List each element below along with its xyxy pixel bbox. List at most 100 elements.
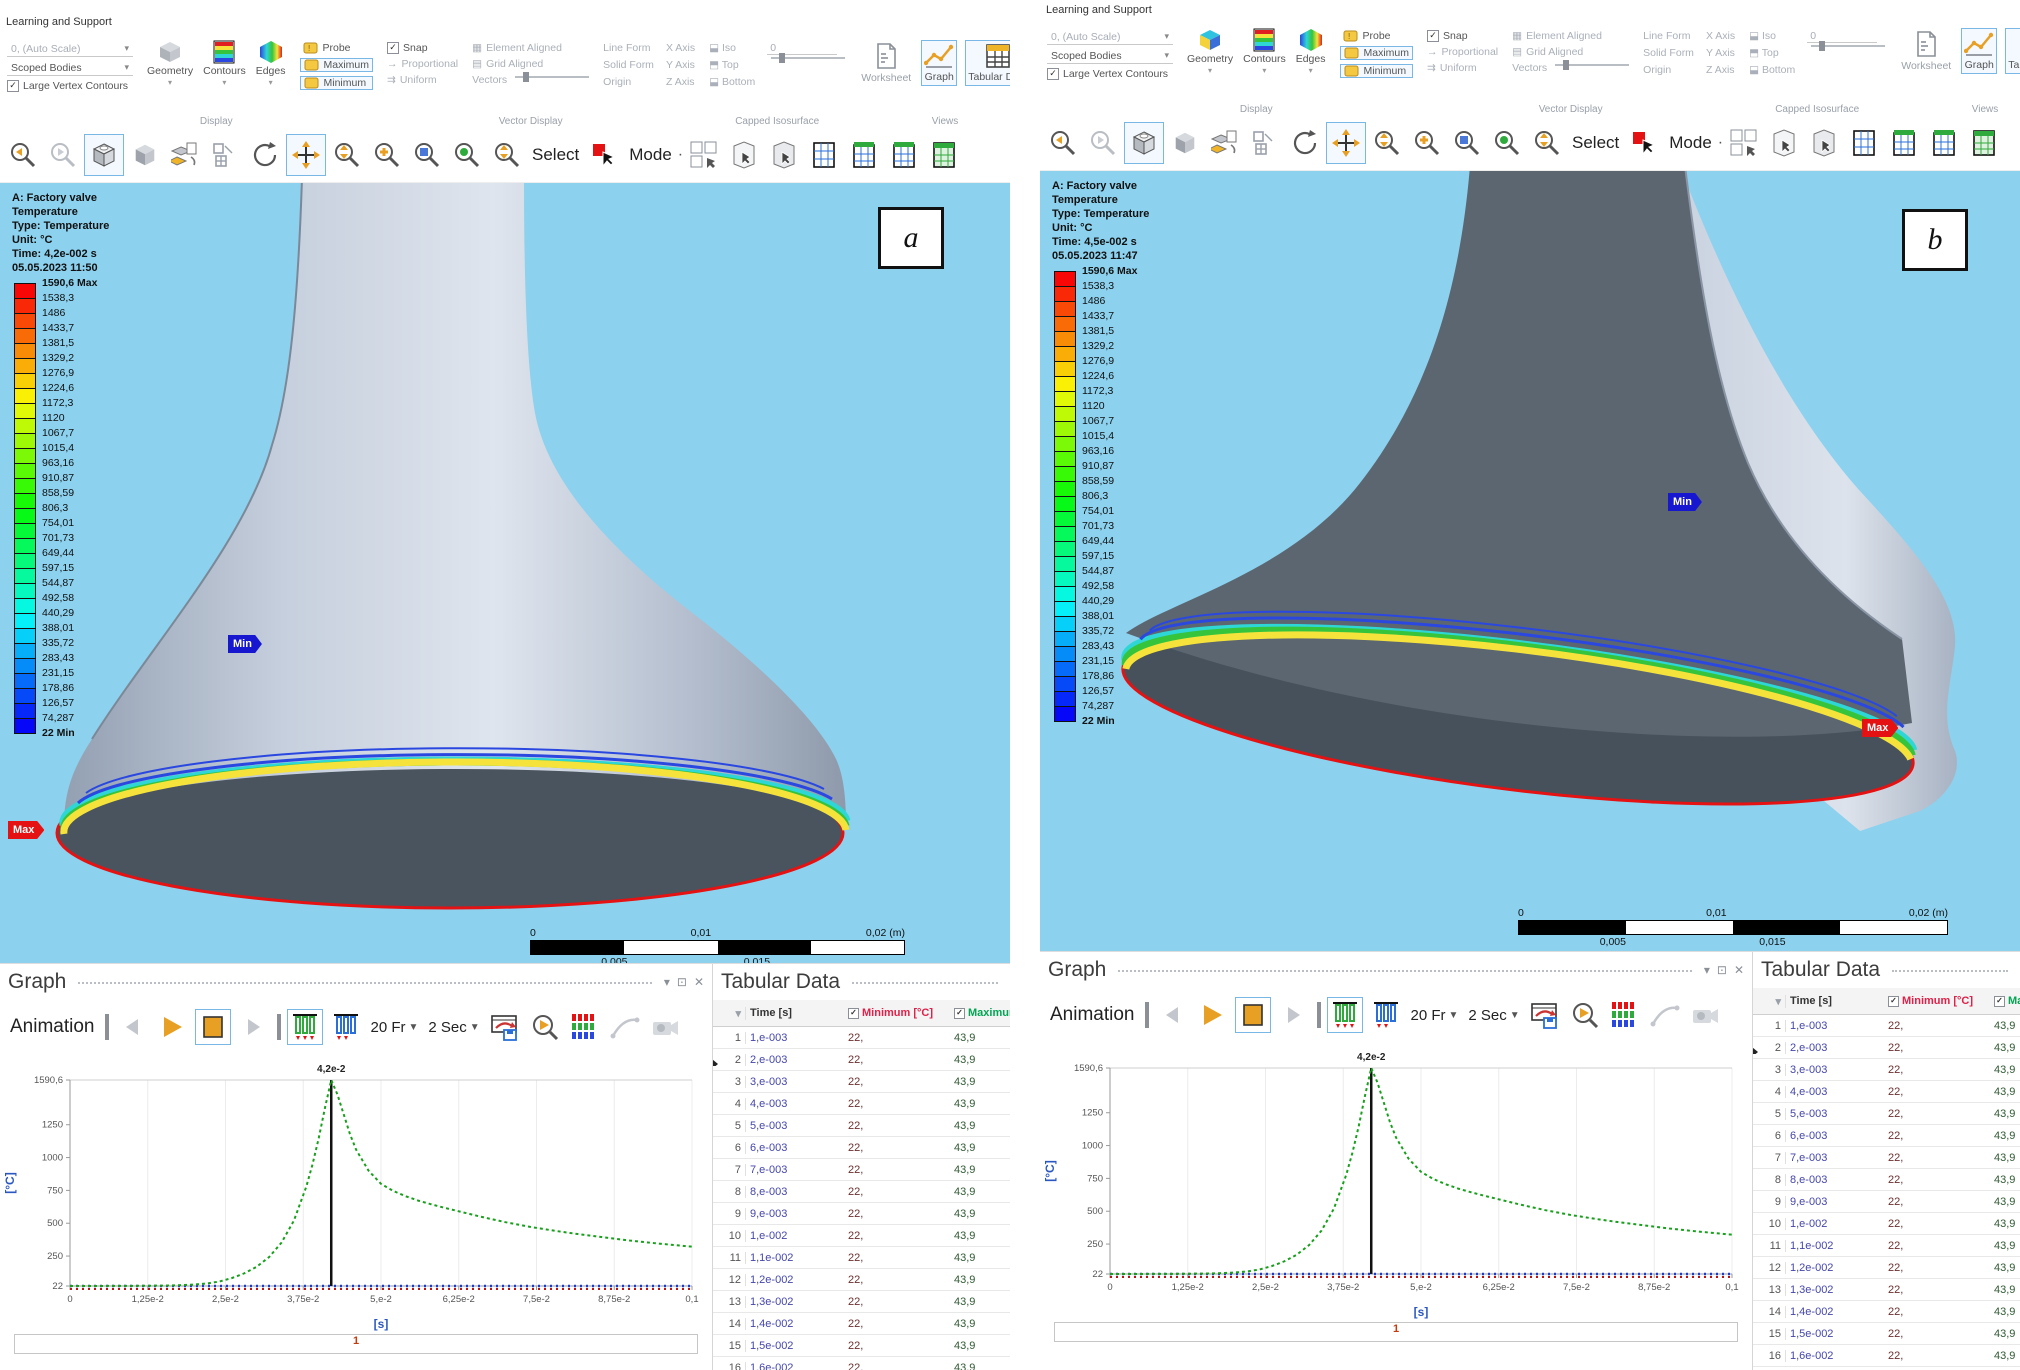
mode-label[interactable]: Mode — [629, 145, 672, 165]
seconds-dropdown[interactable]: 2 Sec▼ — [1468, 1007, 1519, 1024]
probe-button[interactable]: !Probe — [300, 42, 374, 54]
line-form-option[interactable]: Line Form — [1643, 30, 1694, 42]
table-row[interactable]: 101,e-00222,43,922,267 — [1753, 1213, 2020, 1235]
column-header-minimum[interactable]: ✓Minimum [°C] — [1888, 995, 1986, 1007]
table-row[interactable]: 55,e-00322,43,922,2 — [713, 1115, 1010, 1137]
element-aligned-option[interactable]: ▦Element Aligned — [472, 42, 589, 54]
panel-menu-icon[interactable]: ▾ — [664, 975, 670, 989]
pan-button[interactable] — [1326, 122, 1366, 164]
table-row[interactable]: 141,4e-00222,43,922,312 — [1753, 1301, 2020, 1323]
table-row[interactable]: 131,3e-00222,43,922,301 — [1753, 1279, 2020, 1301]
pin-icon[interactable]: ⊡ — [677, 975, 687, 989]
panel-menu-icon[interactable]: ▾ — [1704, 963, 1710, 977]
stop-button[interactable] — [195, 1009, 231, 1045]
column-header-time[interactable]: Time [s] — [1790, 995, 1880, 1007]
min-probe-tag[interactable]: Min — [228, 635, 262, 653]
table-row[interactable]: 33,e-00322,43,922,166 — [1753, 1059, 2020, 1081]
table-row[interactable]: 33,e-00322,43,922,166 — [713, 1071, 1010, 1093]
table-row[interactable]: 151,5e-00222,43,922,322 — [1753, 1323, 2020, 1345]
table-select-button[interactable] — [1845, 123, 1883, 163]
capped-slider[interactable] — [771, 57, 845, 59]
box-volume-select-button[interactable] — [1805, 123, 1843, 163]
zoom-fit-button[interactable] — [448, 135, 486, 175]
table-row[interactable]: 44,e-00322,43,922,184 — [1753, 1081, 2020, 1103]
contours-button[interactable]: Contours▾ — [203, 40, 246, 87]
tabular-data-table[interactable]: ▾ Time [s] ✓Minimum [°C] ✓Maximum [°C] ✓… — [1753, 988, 2020, 1370]
frames-dropdown[interactable]: 20 Fr▼ — [371, 1019, 419, 1036]
table-row[interactable]: 77,e-00322,43,922,229 — [1753, 1147, 2020, 1169]
result-sets-button[interactable] — [287, 1009, 323, 1045]
learning-and-support-link[interactable]: Learning and Support — [0, 12, 1010, 36]
result-sets-button[interactable] — [1327, 997, 1363, 1033]
camera-button[interactable] — [648, 1010, 682, 1044]
zoom-button[interactable] — [328, 135, 366, 175]
zoom-box-button[interactable] — [1448, 123, 1486, 163]
time-decay-button[interactable] — [1369, 998, 1403, 1032]
select-flag-icon[interactable] — [1625, 123, 1663, 163]
probe-button[interactable]: !Probe — [1340, 30, 1414, 42]
zoom-to-fit-graph-button[interactable] — [528, 1010, 562, 1044]
x-axis-option[interactable]: X Axis — [1706, 30, 1735, 42]
column-header-minimum[interactable]: ✓Minimum [°C] — [848, 1007, 946, 1019]
zoom-to-fit-graph-button[interactable] — [1568, 998, 1602, 1032]
top-option[interactable]: ⬒ Top — [1749, 47, 1795, 59]
tabular-data-view-button[interactable]: Tabular Data — [2005, 28, 2020, 74]
select-flag-icon[interactable] — [585, 135, 623, 175]
viewports-button[interactable] — [206, 135, 244, 175]
table-row[interactable]: 111,1e-00222,43,922,279 — [1753, 1235, 2020, 1257]
mode-label[interactable]: Mode — [1669, 133, 1712, 153]
capped-value-field[interactable]: 0 — [767, 42, 837, 55]
box-volume-select-button[interactable] — [765, 135, 803, 175]
zoom-auto-button[interactable] — [1528, 123, 1566, 163]
box-select-button[interactable] — [1765, 123, 1803, 163]
contours-button[interactable]: Contours▾ — [1243, 28, 1286, 75]
table-row[interactable]: 22,e-00322,43,922,147 — [713, 1049, 1010, 1071]
large-vertex-contours-checkbox[interactable]: ✓Large Vertex Contours — [1047, 68, 1173, 80]
scoped-bodies-dropdown[interactable]: Scoped Bodies▾ — [1047, 49, 1173, 64]
capped-slider[interactable] — [1811, 45, 1885, 47]
table-green-header-button[interactable] — [1925, 123, 1963, 163]
minimum-button[interactable]: Minimum — [1340, 64, 1414, 78]
play-button[interactable] — [155, 1010, 189, 1044]
auto-scale-dropdown[interactable]: 0, (Auto Scale)▾ — [1047, 30, 1173, 45]
table-row[interactable]: 151,5e-00222,43,922,322 — [713, 1335, 1010, 1357]
table-select-button[interactable] — [805, 135, 843, 175]
look-at-face-button[interactable] — [126, 135, 164, 175]
timeline-bar[interactable]: 1 — [1054, 1322, 1738, 1342]
graph-view-button[interactable]: Graph — [1961, 28, 1997, 74]
play-button[interactable] — [1195, 998, 1229, 1032]
table-row[interactable]: 66,e-00322,43,922,215 — [713, 1137, 1010, 1159]
proportional-option[interactable]: →Proportional — [387, 58, 458, 70]
geometry-button[interactable]: Geometry▾ — [1187, 28, 1233, 75]
proportional-option[interactable]: →Proportional — [1427, 46, 1498, 58]
look-at-face-button[interactable] — [1166, 123, 1204, 163]
maximum-button[interactable]: Maximum — [1340, 46, 1414, 60]
column-header-maximum[interactable]: ✓Maximum [°C] — [1994, 995, 2020, 1007]
origin-option[interactable]: Origin — [603, 76, 654, 88]
grid-aligned-option[interactable]: ▤Grid Aligned — [1512, 46, 1629, 58]
minimum-button[interactable]: Minimum — [300, 76, 374, 90]
zoom-in-button[interactable] — [1408, 123, 1446, 163]
step-back-button[interactable] — [1155, 998, 1189, 1032]
export-video-button[interactable] — [1528, 998, 1562, 1032]
capped-value-field[interactable]: 0 — [1807, 30, 1877, 43]
close-icon[interactable]: ✕ — [1734, 963, 1744, 977]
isometric-view-button[interactable] — [1124, 122, 1164, 164]
table-green-button[interactable] — [1965, 123, 2003, 163]
learning-and-support-link[interactable]: Learning and Support — [1040, 0, 2020, 24]
close-icon[interactable]: ✕ — [694, 975, 704, 989]
iso-option[interactable]: ⬓ Iso — [709, 42, 755, 54]
select-mode-grid-icon[interactable] — [685, 135, 723, 175]
solid-form-option[interactable]: Solid Form — [1643, 47, 1694, 59]
rgb-channels-button[interactable] — [568, 1010, 602, 1044]
top-option[interactable]: ⬒ Top — [709, 59, 755, 71]
y-axis-option[interactable]: Y Axis — [666, 59, 695, 71]
auto-scale-dropdown[interactable]: 0, (Auto Scale)▾ — [7, 42, 133, 57]
grid-aligned-option[interactable]: ▤Grid Aligned — [472, 58, 589, 70]
table-row[interactable]: 55,e-00322,43,922,2 — [1753, 1103, 2020, 1125]
sketch-view-button[interactable] — [166, 135, 204, 175]
table-row[interactable]: 121,2e-00222,43,922,29 — [713, 1269, 1010, 1291]
step-forward-button[interactable] — [1277, 998, 1311, 1032]
select-mode-grid-icon[interactable] — [1725, 123, 1763, 163]
edges-button[interactable]: Edges▾ — [1296, 28, 1326, 75]
